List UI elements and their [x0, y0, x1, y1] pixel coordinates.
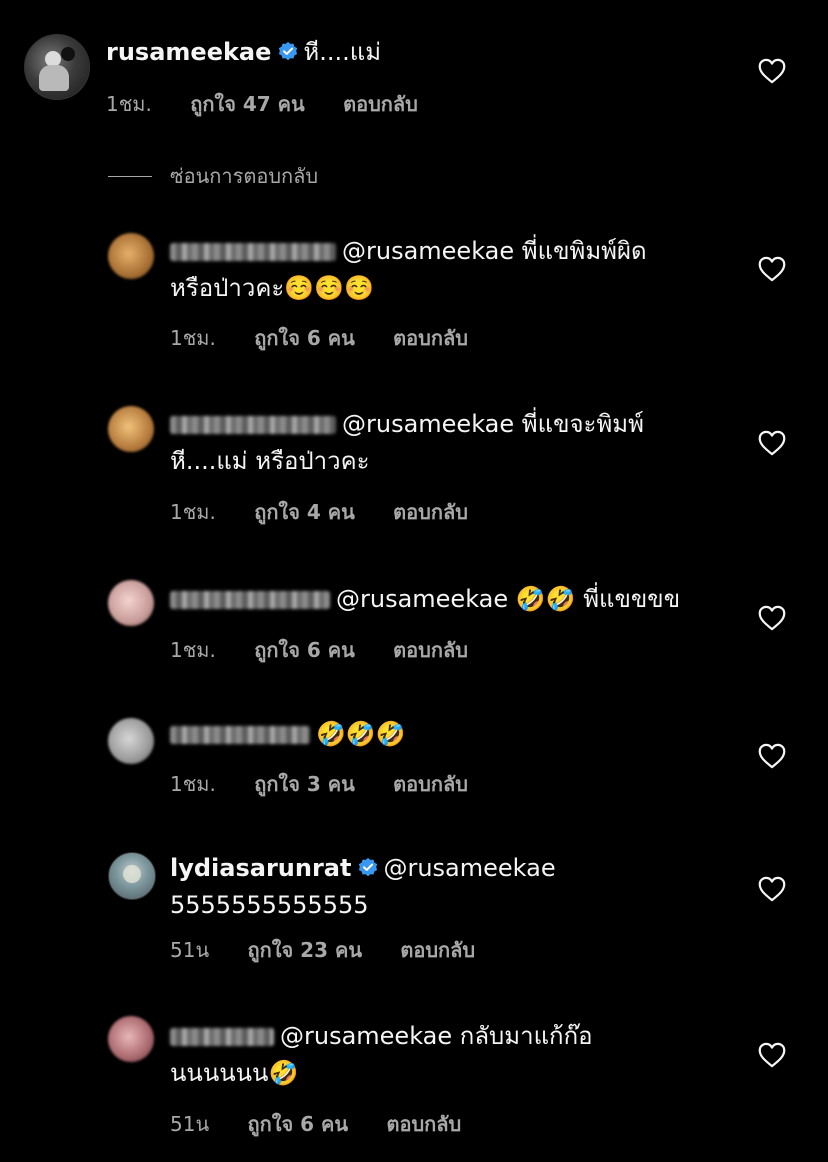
hide-replies-button[interactable]: ซ่อนการตอบกลับ [108, 160, 318, 192]
verified-badge-icon [357, 857, 379, 879]
likes-count[interactable]: ถูกใจ 47 คน [190, 88, 305, 120]
heart-icon[interactable] [758, 605, 786, 631]
blurred-username[interactable] [170, 1028, 274, 1046]
mention-link[interactable]: @rusameekae [342, 410, 514, 438]
reply-body: 5555555555555 [170, 891, 369, 919]
reply-text: lydiasarunrat @rusameekae 5555555555555 [170, 850, 730, 924]
reply-body: พี่แขพิมพ์ผิด [521, 237, 647, 265]
hide-replies-label: ซ่อนการตอบกลับ [170, 164, 319, 188]
comment-meta: 1ชม. ถูกใจ 47 คน ตอบกลับ [106, 88, 418, 120]
heart-icon[interactable] [758, 58, 786, 84]
reply-button[interactable]: ตอบกลับ [386, 1108, 461, 1140]
timestamp: 1ชม. [170, 772, 216, 796]
avatar[interactable] [108, 580, 154, 626]
comment-body: หี....แม่ [303, 38, 382, 66]
blurred-username[interactable] [170, 416, 336, 434]
reply-body: กลับมาแก้ก๊อ [459, 1022, 593, 1050]
reply-meta: 1ชม. ถูกใจ 4 คน ตอบกลับ [170, 496, 468, 528]
mention-link[interactable]: @rusameekae [383, 854, 555, 882]
reply-body-line2: นนนนนน [170, 1059, 269, 1087]
timestamp: 1ชม. [170, 500, 216, 524]
divider [108, 175, 152, 177]
reply-button[interactable]: ตอบกลับ [393, 768, 468, 800]
username[interactable]: lydiasarunrat [170, 854, 351, 882]
emoji: 🤣🤣🤣 [316, 720, 406, 748]
reply-button[interactable]: ตอบกลับ [393, 496, 468, 528]
emoji: ☺️☺️☺️ [284, 274, 374, 302]
timestamp: 51น [170, 1112, 210, 1136]
likes-count[interactable]: ถูกใจ 6 คน [254, 634, 355, 666]
likes-count[interactable]: ถูกใจ 3 คน [254, 768, 355, 800]
reply-button[interactable]: ตอบกลับ [343, 88, 418, 120]
comment-text: rusameekae หี....แม่ [106, 34, 666, 71]
avatar[interactable] [108, 718, 154, 764]
reply-text: @rusameekae 🤣🤣 พี่แขขขข [170, 581, 730, 618]
heart-icon[interactable] [758, 430, 786, 456]
timestamp: 1ชม. [170, 326, 216, 350]
reply-meta: 51น ถูกใจ 23 คน ตอบกลับ [170, 934, 475, 966]
reply-body-line2: หี....แม่ หรือป่าวคะ [170, 447, 370, 475]
reply-body-line2: หรือป่าวคะ [170, 274, 285, 302]
reply-body: พี่แขขขข [583, 585, 681, 613]
timestamp: 1ชม. [170, 638, 216, 662]
blurred-username[interactable] [170, 243, 336, 261]
mention-link[interactable]: @rusameekae [336, 585, 508, 613]
likes-count[interactable]: ถูกใจ 4 คน [254, 496, 355, 528]
likes-count[interactable]: ถูกใจ 6 คน [254, 322, 355, 354]
reply-meta: 1ชม. ถูกใจ 6 คน ตอบกลับ [170, 634, 468, 666]
likes-count[interactable]: ถูกใจ 6 คน [247, 1108, 348, 1140]
avatar[interactable] [108, 852, 156, 900]
blurred-username[interactable] [170, 591, 330, 609]
heart-icon[interactable] [758, 256, 786, 282]
reply-text: @rusameekae พี่แขพิมพ์ผิด หรือป่าวคะ☺️☺️… [170, 233, 730, 307]
mention-link[interactable]: @rusameekae [280, 1022, 452, 1050]
heart-icon[interactable] [758, 1042, 786, 1068]
heart-icon[interactable] [758, 876, 786, 902]
avatar[interactable] [108, 1016, 154, 1062]
timestamp: 51น [170, 938, 210, 962]
reply-text: 🤣🤣🤣 [170, 716, 730, 753]
avatar[interactable] [108, 406, 154, 452]
avatar[interactable] [24, 34, 90, 100]
reply-button[interactable]: ตอบกลับ [393, 634, 468, 666]
reply-button[interactable]: ตอบกลับ [400, 934, 475, 966]
likes-count[interactable]: ถูกใจ 23 คน [247, 934, 362, 966]
reply-meta: 1ชม. ถูกใจ 6 คน ตอบกลับ [170, 322, 468, 354]
verified-badge-icon [277, 41, 299, 63]
blurred-username[interactable] [170, 726, 310, 744]
mention-link[interactable]: @rusameekae [342, 237, 514, 265]
heart-icon[interactable] [758, 743, 786, 769]
reply-meta: 1ชม. ถูกใจ 3 คน ตอบกลับ [170, 768, 468, 800]
timestamp: 1ชม. [106, 92, 152, 116]
emoji: 🤣 [268, 1059, 299, 1087]
avatar[interactable] [108, 233, 154, 279]
reply-text: @rusameekae กลับมาแก้ก๊อ นนนนนน🤣 [170, 1018, 730, 1092]
reply-button[interactable]: ตอบกลับ [393, 322, 468, 354]
emoji: 🤣🤣 [515, 585, 576, 613]
username[interactable]: rusameekae [106, 38, 271, 66]
reply-text: @rusameekae พี่แขจะพิมพ์ หี....แม่ หรือป… [170, 406, 730, 480]
reply-meta: 51น ถูกใจ 6 คน ตอบกลับ [170, 1108, 461, 1140]
reply-body: พี่แขจะพิมพ์ [521, 410, 644, 438]
